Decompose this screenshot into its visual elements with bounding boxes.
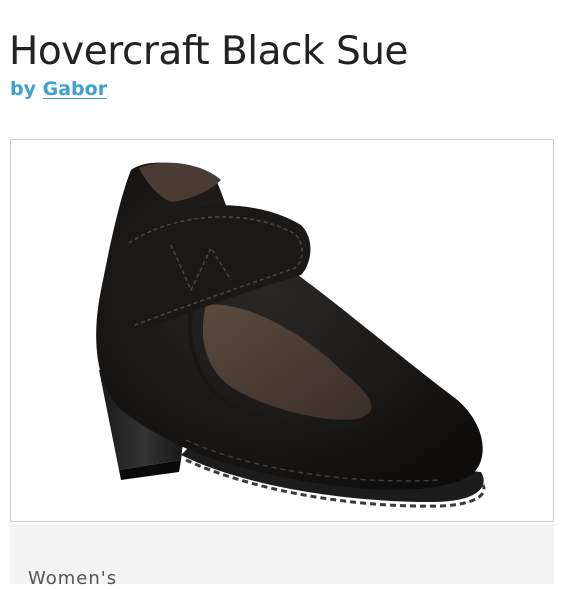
category-label: Women's: [28, 568, 118, 589]
brand-link[interactable]: Gabor: [43, 78, 107, 100]
brand-byline: by Gabor: [10, 76, 107, 102]
product-details-panel: Women's: [10, 524, 554, 589]
product-image: [96, 162, 486, 508]
product-image-frame[interactable]: [10, 139, 554, 522]
product-title: Hovercraft Black Sue: [9, 29, 408, 74]
by-prefix: by: [10, 78, 36, 100]
